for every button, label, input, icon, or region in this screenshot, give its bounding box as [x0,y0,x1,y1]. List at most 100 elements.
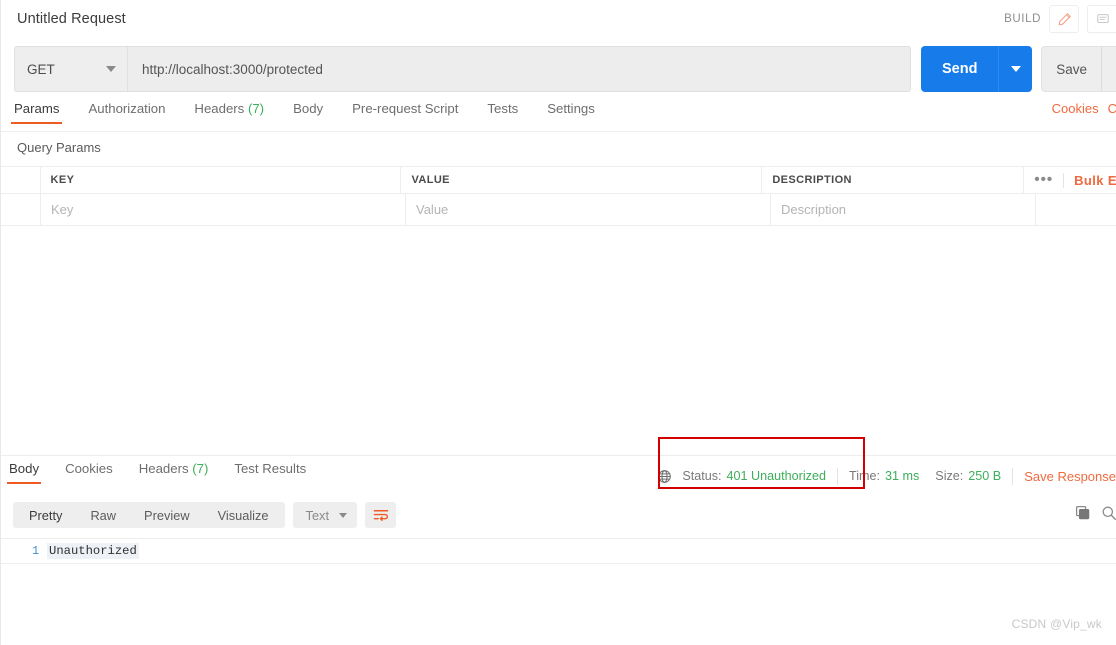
description-input[interactable]: Description [771,194,1036,225]
row-checkbox-gutter[interactable] [1,194,41,225]
content-type-value: Text [305,507,330,523]
response-body-viewer[interactable]: 1 Unauthorized [1,538,1116,564]
save-response-link[interactable]: Save Response [1024,469,1116,484]
key-input[interactable]: Key [41,194,406,225]
column-header-key: KEY [41,167,402,193]
chevron-down-icon [339,512,348,518]
view-mode-raw[interactable]: Raw [76,502,130,528]
request-tab-bar: Params Authorization Headers (7) Body Pr… [1,101,1116,132]
response-tab-body-label: Body [9,461,40,476]
search-icon [1102,506,1116,520]
status-label: Status: [682,469,722,483]
column-header-value: VALUE [401,167,763,193]
globe-icon [657,469,672,484]
tab-pre-request-script-label: Pre-request Script [352,101,459,116]
request-title-bar: Untitled Request BUILD [1,0,1116,38]
status-badge: 401 Unauthorized [726,469,826,483]
http-method-value: GET [27,61,55,77]
response-tab-test-results[interactable]: Test Results [234,461,306,484]
bulk-edit-link[interactable]: Bulk E [1074,173,1116,188]
size-value: 250 B [968,469,1002,483]
postman-window: Untitled Request BUILD GET http://localh… [0,0,1116,645]
tab-authorization-label: Authorization [88,101,166,116]
response-tab-body[interactable]: Body [6,461,42,484]
tab-body[interactable]: Body [293,101,323,124]
watermark: CSDN @Vip_wk [1011,617,1102,631]
chevron-down-icon [1010,66,1021,72]
tab-pre-request-script[interactable]: Pre-request Script [352,101,458,124]
table-header-row: KEY VALUE DESCRIPTION ••• Bulk E [1,166,1116,194]
tab-settings[interactable]: Settings [547,101,595,124]
row-actions [1036,194,1116,225]
http-method-select[interactable]: GET [14,46,127,92]
view-mode-pretty[interactable]: Pretty [15,502,76,528]
column-header-description: DESCRIPTION [762,167,1025,193]
response-tab-cookies[interactable]: Cookies [65,461,113,484]
copy-button[interactable] [1075,505,1091,526]
search-button[interactable] [1101,505,1116,526]
viewer-actions [1075,505,1116,526]
view-mode-group: Pretty Raw Preview Visualize [13,502,285,528]
content-type-select[interactable]: Text [292,502,358,528]
page-title: Untitled Request [17,11,126,27]
tab-tests-label: Tests [487,101,519,116]
table-row: Key Value Description [1,194,1116,226]
code-link[interactable]: C [1108,101,1116,116]
send-button-group: Send [921,46,1033,92]
cookies-link[interactable]: Cookies [1052,101,1099,116]
response-tab-test-results-label: Test Results [234,461,307,476]
title-bar-actions: BUILD [1004,5,1116,33]
url-input[interactable]: http://localhost:3000/protected [127,46,912,92]
query-params-table: KEY VALUE DESCRIPTION ••• Bulk E Key Val… [1,166,1116,226]
table-checkbox-gutter [1,167,41,193]
response-body-line: Unauthorized [47,543,139,559]
response-tab-headers-label: Headers [138,461,189,476]
url-input-value: http://localhost:3000/protected [142,61,323,77]
response-divider [1,455,1116,456]
size-label: Size: [935,469,964,483]
tab-settings-label: Settings [547,101,595,116]
response-tab-headers-count: (7) [192,461,209,476]
url-bar: GET http://localhost:3000/protected Send… [1,46,1116,92]
divider [1063,172,1065,188]
query-params-label: Query Params [17,140,101,155]
view-mode-preview[interactable]: Preview [130,502,204,528]
divider [1012,467,1014,485]
comment-button[interactable] [1087,5,1116,33]
line-number: 1 [32,544,39,558]
view-mode-visualize[interactable]: Visualize [204,502,283,528]
tab-params[interactable]: Params [10,101,63,124]
save-button[interactable]: Save [1041,46,1101,92]
ellipsis-icon[interactable]: ••• [1034,172,1053,187]
response-tab-cookies-label: Cookies [65,461,113,476]
response-tab-headers[interactable]: Headers (7) [139,461,209,484]
tab-tests[interactable]: Tests [487,101,518,124]
tab-authorization[interactable]: Authorization [88,101,165,124]
response-status-strip: Status: 401 Unauthorized Time: 31 ms Siz… [657,462,1116,490]
request-tab-links: Cookies C [1052,101,1116,124]
build-label: BUILD [1004,13,1041,25]
value-input[interactable]: Value [406,194,771,225]
send-options-button[interactable] [998,46,1033,92]
time-label: Time: [848,469,880,483]
divider [836,467,838,485]
request-body-empty-area [1,228,1116,455]
save-options-button[interactable] [1101,46,1116,92]
tab-params-label: Params [14,101,60,116]
edit-button[interactable] [1049,5,1079,33]
copy-icon [1075,505,1090,519]
tab-headers[interactable]: Headers (7) [194,101,264,124]
tab-headers-label: Headers [194,101,245,116]
tab-body-label: Body [293,101,324,116]
pencil-icon [1058,12,1071,25]
save-button-group: Save [1041,46,1116,92]
send-button[interactable]: Send [921,46,999,92]
tab-headers-count: (7) [247,101,265,116]
response-viewer-toolbar: Pretty Raw Preview Visualize Text [1,499,1116,531]
table-header-actions: ••• Bulk E [1024,167,1116,193]
comment-icon [1096,14,1109,24]
time-value: 31 ms [885,469,920,483]
chevron-down-icon [106,66,116,72]
wrap-lines-button[interactable] [365,502,397,528]
wrap-lines-icon [373,510,388,521]
